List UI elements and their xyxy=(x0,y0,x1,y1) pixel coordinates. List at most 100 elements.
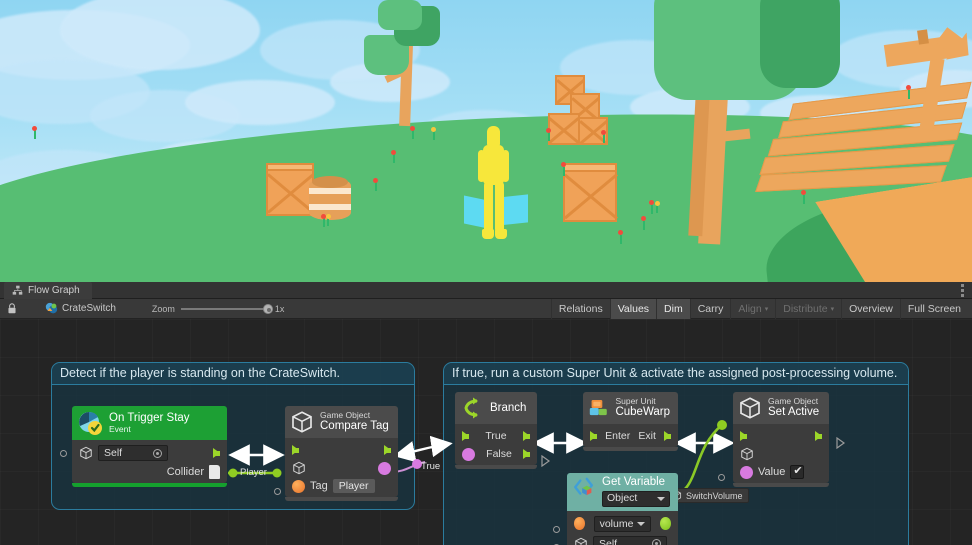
zoom-slider[interactable] xyxy=(180,303,273,314)
flow-out-pin[interactable] xyxy=(384,445,391,455)
crate xyxy=(563,168,618,222)
toolbar-button-label: Carry xyxy=(697,302,724,315)
flow-out-pin[interactable] xyxy=(213,448,220,458)
flow-in-pin[interactable] xyxy=(462,431,469,441)
node-subtitle: Game Object xyxy=(768,396,819,407)
node-input-anchor[interactable] xyxy=(274,488,281,495)
node-header: Branch xyxy=(455,392,537,424)
variable-icon xyxy=(574,477,594,496)
tree-foliage xyxy=(378,0,422,30)
node-footer xyxy=(285,497,398,501)
toolbar-button-align[interactable]: Align ▾ xyxy=(730,298,775,319)
flow-out-pin[interactable] xyxy=(815,431,822,441)
gameobject-cube-icon xyxy=(80,446,92,460)
variable-name-value: volume xyxy=(599,517,634,530)
toolbar-button-label: Relations xyxy=(558,302,603,315)
graph-reference[interactable]: CrateSwitch xyxy=(45,302,116,315)
crate xyxy=(548,113,580,145)
tag-value[interactable]: Player xyxy=(332,479,375,493)
node-header: Get Variable Object xyxy=(567,473,678,511)
node-set-active[interactable]: Game Object Set Active Value ✔ xyxy=(733,392,829,487)
node-row-false: False xyxy=(455,445,537,463)
flow-in-pin[interactable] xyxy=(292,445,299,455)
chevron-down-icon xyxy=(657,497,665,502)
player-character xyxy=(464,126,528,244)
source-object-value: Self xyxy=(599,537,618,545)
object-picker-icon[interactable] xyxy=(652,539,661,545)
super-unit-icon xyxy=(589,399,607,416)
node-input-anchor[interactable] xyxy=(60,450,67,457)
node-subtitle: Event xyxy=(109,423,131,434)
signpost-detail xyxy=(917,29,929,45)
toolbar-button-values[interactable]: Values xyxy=(609,298,657,319)
variable-kind-dropdown[interactable]: Object xyxy=(602,491,670,507)
crate-top xyxy=(563,163,617,172)
flow-graph-icon xyxy=(12,285,23,295)
tree-foliage xyxy=(760,0,840,88)
node-subtitle: Super Unit xyxy=(615,396,656,407)
node-get-variable[interactable]: Get Variable Object volume Self xyxy=(567,473,678,545)
node-footer xyxy=(455,465,537,469)
variable-name-in-pin[interactable] xyxy=(574,517,585,531)
gameobject-cube-icon xyxy=(575,537,587,545)
enter-pin[interactable] xyxy=(590,431,597,441)
false-out-pin[interactable] xyxy=(523,449,530,459)
exit-pin[interactable] xyxy=(664,431,671,441)
gameobject-cube-icon xyxy=(292,411,312,433)
value-checkbox[interactable] xyxy=(790,464,805,479)
flow-out-connector-icon[interactable] xyxy=(836,437,846,449)
wire-label-true: True xyxy=(421,461,441,472)
toolbar-button-relations[interactable]: Relations xyxy=(550,298,610,319)
node-body: Enter Exit xyxy=(583,424,678,447)
node-header: On Trigger Stay Event xyxy=(72,406,227,440)
node-super-unit-cubewarp[interactable]: Super Unit CubeWarp Enter Exit xyxy=(583,392,678,451)
graph-canvas[interactable]: Detect if the player is standing on the … xyxy=(0,319,972,545)
node-on-trigger-stay[interactable]: On Trigger Stay Event Self Collider xyxy=(72,406,227,487)
node-body: Value xyxy=(733,424,829,483)
node-title: Compare Tag xyxy=(320,420,389,433)
branch-icon xyxy=(464,397,478,419)
flow-in-pin[interactable] xyxy=(740,431,747,441)
value-in-pin[interactable] xyxy=(740,465,753,479)
object-picker-icon[interactable] xyxy=(153,448,162,458)
lock-icon[interactable] xyxy=(7,303,17,314)
node-branch[interactable]: Branch True False xyxy=(455,392,537,469)
group-title: Detect if the player is standing on the … xyxy=(60,366,341,380)
zoom-control[interactable]: Zoom 1x xyxy=(152,303,284,314)
zoom-slider-knob[interactable] xyxy=(262,303,273,314)
node-row-tag: Tag Player xyxy=(285,477,398,495)
toolbar-button-dim[interactable]: Dim xyxy=(656,298,690,319)
node-title: Set Active xyxy=(768,406,820,419)
kebab-menu-icon[interactable] xyxy=(961,284,964,297)
node-compare-tag[interactable]: Game Object Compare Tag Tag Player xyxy=(285,406,398,501)
node-input-anchor[interactable] xyxy=(718,474,725,481)
node-header: Super Unit CubeWarp xyxy=(583,392,678,424)
toolbar-button-label: Values xyxy=(617,302,650,315)
crate xyxy=(266,168,314,216)
condition-in-pin[interactable] xyxy=(462,447,475,461)
source-object-field[interactable]: Self xyxy=(593,535,667,545)
cloud xyxy=(185,80,335,125)
variable-value-out-pin[interactable] xyxy=(660,517,671,531)
false-out-connector-icon[interactable] xyxy=(541,455,551,467)
tab-flow-graph[interactable]: Flow Graph xyxy=(4,282,92,299)
crate-top xyxy=(266,163,314,171)
tooltip-label: SwitchVolume xyxy=(686,490,743,501)
toolbar-button-carry[interactable]: Carry xyxy=(689,298,731,319)
node-footer xyxy=(583,447,678,451)
node-title: Get Variable xyxy=(602,476,666,488)
node-body: True False xyxy=(455,424,537,465)
true-out-pin[interactable] xyxy=(522,431,530,441)
toolbar-button-distribute[interactable]: Distribute ▾ xyxy=(775,298,841,319)
node-row-target: Self xyxy=(72,443,227,463)
variable-name-dropdown[interactable]: volume xyxy=(593,515,652,532)
target-object-field[interactable]: Self xyxy=(98,445,168,461)
toolbar-button-overview[interactable]: Overview xyxy=(841,298,900,319)
node-input-anchor[interactable] xyxy=(553,526,560,533)
script-machine-icon xyxy=(45,302,58,314)
toolbar-button-full-screen[interactable]: Full Screen xyxy=(899,298,968,319)
node-row-flow xyxy=(733,427,829,445)
bool-out-pin[interactable] xyxy=(378,461,391,475)
node-row-gameobject xyxy=(285,459,398,477)
string-in-pin[interactable] xyxy=(292,479,305,493)
